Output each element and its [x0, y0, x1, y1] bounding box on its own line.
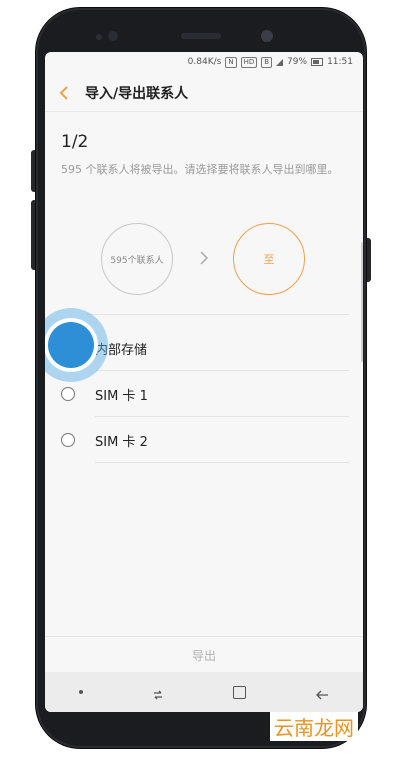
target-destination-circle: 至 [233, 223, 305, 295]
page-title: 导入/导出联系人 [85, 85, 189, 102]
option-sim-2[interactable]: SIM 卡 2 [45, 418, 363, 462]
iris-camera-icon [108, 31, 118, 41]
radio-sim-1[interactable] [61, 387, 75, 401]
nfc-badge: N [225, 56, 237, 68]
navigation-bar [45, 672, 363, 712]
b-badge: B [261, 56, 273, 68]
clock: 11:51 [327, 57, 353, 67]
sensor-bar [36, 30, 366, 46]
divider [95, 416, 349, 417]
status-bar: 0.84K/s N HD B 79% 11:51 [45, 52, 363, 72]
hd-badge: HD [240, 56, 258, 68]
option-sim-1[interactable]: SIM 卡 1 [45, 372, 363, 416]
network-speed: 0.84K/s [187, 57, 222, 67]
divider [95, 370, 349, 371]
nav-dot-icon[interactable] [79, 690, 84, 694]
sensor-icon [96, 34, 102, 40]
touch-indicator-core [48, 322, 94, 368]
radio-sim-2[interactable] [61, 433, 75, 447]
speaker-grille [181, 33, 221, 39]
signal-icon [276, 58, 284, 66]
divider [87, 314, 349, 315]
back-arrow-icon[interactable] [59, 85, 73, 100]
app-bar: 导入/导出联系人 [45, 74, 363, 112]
divider [95, 462, 349, 463]
option-label: SIM 卡 1 [95, 389, 148, 404]
back-icon[interactable] [315, 686, 329, 700]
source-contacts-circle: 595个联系人 [101, 223, 173, 295]
phone-screen: 0.84K/s N HD B 79% 11:51 导入/导出联系人 1/2 59… [45, 52, 363, 712]
chevron-right-icon [196, 250, 212, 266]
export-button[interactable]: 导出 [45, 636, 363, 673]
battery-percent: 79% [287, 57, 308, 67]
home-icon[interactable] [232, 685, 246, 699]
front-camera-icon [261, 30, 273, 42]
battery-icon [311, 58, 324, 66]
watermark-logo: 云南龙网 [270, 712, 358, 741]
export-description: 595 个联系人将被导出。请选择要将联系人导出到哪里。 [61, 163, 339, 176]
recent-apps-icon[interactable] [152, 686, 164, 700]
option-label: SIM 卡 2 [95, 435, 148, 450]
step-indicator: 1/2 [61, 132, 89, 152]
